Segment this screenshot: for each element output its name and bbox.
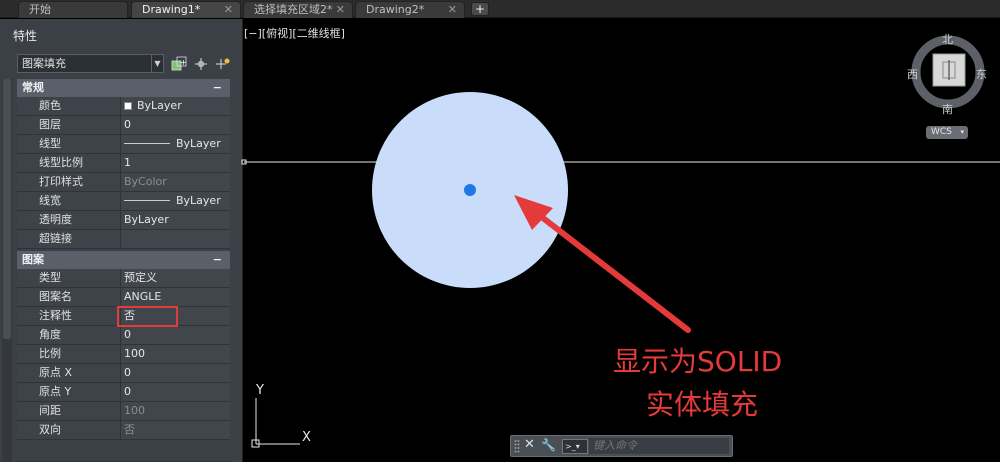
- compass-east[interactable]: 东: [976, 66, 987, 82]
- wcs-menu-button[interactable]: WCS ▾: [926, 126, 968, 139]
- viewcube-compass: [911, 35, 985, 109]
- annotation-text-line2: 实体填充: [646, 388, 759, 421]
- ucs-icon: [251, 398, 300, 448]
- chevron-down-icon: ▾: [960, 128, 964, 136]
- compass-north[interactable]: 北: [942, 31, 953, 47]
- hatch-center-point: [464, 184, 476, 196]
- compass-south[interactable]: 南: [942, 101, 953, 117]
- annotation-arrow: [514, 195, 691, 333]
- wcs-label: WCS: [931, 127, 952, 137]
- ucs-x-label: X: [302, 430, 311, 445]
- drawing-overlay: [241, 35, 1000, 448]
- annotation-text-line1: 显示为SOLID: [613, 345, 783, 378]
- compass-west[interactable]: 西: [907, 66, 918, 82]
- command-prompt-icon[interactable]: >_▾: [562, 439, 588, 454]
- wrench-icon[interactable]: 🔧: [541, 438, 556, 452]
- command-input[interactable]: [589, 438, 729, 454]
- ucs-y-label: Y: [256, 383, 264, 398]
- close-icon[interactable]: ✕: [524, 437, 535, 452]
- grip-handle-icon[interactable]: [514, 439, 520, 453]
- command-line[interactable]: ✕ 🔧 >_▾: [510, 435, 733, 457]
